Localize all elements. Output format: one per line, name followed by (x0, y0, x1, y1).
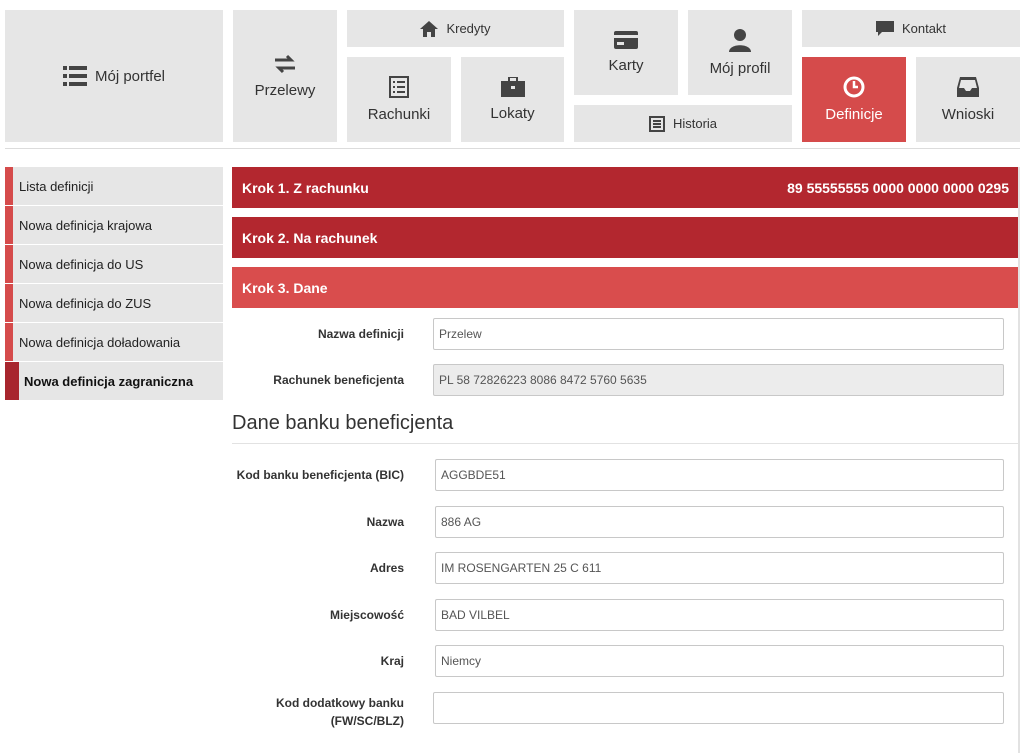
definition-name-label: Nazwa definicji (317, 327, 404, 341)
bank-name-row: Nazwa (232, 506, 1019, 538)
sidebar-item-label: Nowa definicja do US (19, 256, 144, 272)
sidebar-item-label: Lista definicji (19, 178, 94, 194)
nav-tile-deposits[interactable]: Lokaty (461, 57, 564, 142)
nav-tile-profile[interactable]: Mój profil (688, 10, 792, 95)
transfer-arrows-icon (273, 54, 297, 74)
bic-label: Kod banku beneficjenta (BIC) (236, 468, 404, 482)
nav-label-definitions: Definicje (825, 106, 883, 123)
sidebar-item-label: Nowa definicja krajowa (19, 217, 152, 233)
step-1-label: Krok 1. Z rachunku (242, 179, 369, 196)
bank-name-label: Nazwa (366, 515, 404, 529)
nav-tile-cards[interactable]: Karty (574, 10, 678, 95)
sidebar-item-definitions-list[interactable]: Lista definicji (5, 167, 223, 205)
extra-bank-code-label-line1: Kod dodatkowy banku (275, 696, 404, 710)
bank-name-input[interactable] (435, 506, 1004, 538)
definition-name-input[interactable] (433, 318, 1004, 350)
definition-name-row: Nazwa definicji (232, 318, 1019, 350)
bank-city-row: Miejscowość (232, 599, 1019, 631)
sidebar-item-new-zus[interactable]: Nowa definicja do ZUS (5, 284, 223, 322)
document-list-icon (389, 76, 409, 98)
sidebar-item-new-us[interactable]: Nowa definicja do US (5, 245, 223, 283)
bank-city-label: Miejscowość (329, 608, 404, 622)
bank-country-input[interactable] (435, 645, 1004, 677)
bank-country-row: Kraj (232, 645, 1019, 677)
nav-label-transfers: Przelewy (254, 81, 316, 99)
history-list-icon (648, 115, 665, 132)
sidebar-item-new-foreign[interactable]: Nowa definicja zagraniczna (5, 362, 223, 400)
home-icon (420, 20, 439, 37)
sidebar-item-label: Nowa definicja doładowania (19, 334, 181, 350)
sidebar-item-label: Nowa definicja do ZUS (19, 295, 152, 311)
step-3-label: Krok 3. Dane (242, 279, 328, 296)
bank-city-input[interactable] (435, 599, 1004, 631)
extra-bank-code-row: Kod dodatkowy banku (FW/SC/BLZ) (232, 692, 1019, 732)
step-1-header[interactable]: Krok 1. Z rachunku 89 55555555 0000 0000… (232, 167, 1019, 208)
list-icon (62, 66, 87, 86)
bank-address-input[interactable] (435, 552, 1004, 584)
beneficiary-account-input (433, 364, 1004, 396)
credit-card-icon (614, 31, 638, 49)
nav-label-credits: Kredyty (446, 21, 491, 36)
bank-country-label: Kraj (380, 654, 404, 668)
chat-bubble-icon (875, 20, 894, 37)
step-2-header[interactable]: Krok 2. Na rachunek (232, 217, 1019, 258)
extra-bank-code-label: Kod dodatkowy banku (FW/SC/BLZ) (232, 694, 404, 730)
step-2-label: Krok 2. Na rachunek (242, 229, 378, 246)
extra-bank-code-label-line2: (FW/SC/BLZ) (330, 714, 404, 728)
extra-bank-code-input[interactable] (433, 692, 1004, 724)
nav-tile-applications[interactable]: Wnioski (916, 57, 1020, 142)
nav-label-portfolio: Mój portfel (94, 67, 166, 85)
nav-label-accounts: Rachunki (367, 106, 431, 123)
step-3-header[interactable]: Krok 3. Dane (232, 267, 1019, 308)
briefcase-icon (500, 77, 525, 97)
nav-label-contact: Kontakt (901, 21, 947, 36)
nav-label-cards: Karty (608, 57, 644, 74)
sidebar-item-new-domestic[interactable]: Nowa definicja krajowa (5, 206, 223, 244)
nav-tile-history[interactable]: Historia (574, 105, 792, 142)
beneficiary-account-row: Rachunek beneficjenta (232, 364, 1019, 396)
user-icon (729, 28, 751, 52)
bank-address-row: Adres (232, 552, 1019, 584)
bic-input[interactable] (435, 459, 1004, 491)
nav-tile-definitions[interactable]: Definicje (802, 57, 906, 142)
step-1-account-number: 89 55555555 0000 0000 0000 0295 (787, 179, 1009, 196)
nav-tile-contact[interactable]: Kontakt (802, 10, 1020, 47)
clock-icon (843, 76, 865, 98)
main-content: Krok 1. Z rachunku 89 55555555 0000 0000… (232, 167, 1019, 728)
nav-label-history: Historia (672, 116, 718, 131)
nav-tile-accounts[interactable]: Rachunki (347, 57, 451, 142)
nav-divider (5, 148, 1020, 149)
nav-label-applications: Wnioski (941, 106, 995, 123)
sidebar-item-new-topup[interactable]: Nowa definicja doładowania (5, 323, 223, 361)
nav-label-profile: Mój profil (709, 60, 771, 77)
bank-address-label: Adres (369, 561, 404, 575)
bic-row: Kod banku beneficjenta (BIC) (232, 459, 1019, 491)
beneficiary-account-label: Rachunek beneficjenta (273, 373, 404, 387)
nav-tile-credits[interactable]: Kredyty (347, 10, 564, 47)
content-right-border (1018, 167, 1020, 753)
bank-section-title: Dane banku beneficjenta (232, 412, 1019, 444)
nav-label-deposits: Lokaty (490, 105, 535, 122)
nav-tile-portfolio[interactable]: Mój portfel (5, 10, 223, 142)
sidebar-item-label: Nowa definicja zagraniczna (24, 373, 194, 389)
sidebar: Lista definicji Nowa definicja krajowa N… (5, 167, 223, 401)
inbox-tray-icon (956, 76, 980, 98)
nav-tile-transfers[interactable]: Przelewy (233, 10, 337, 142)
